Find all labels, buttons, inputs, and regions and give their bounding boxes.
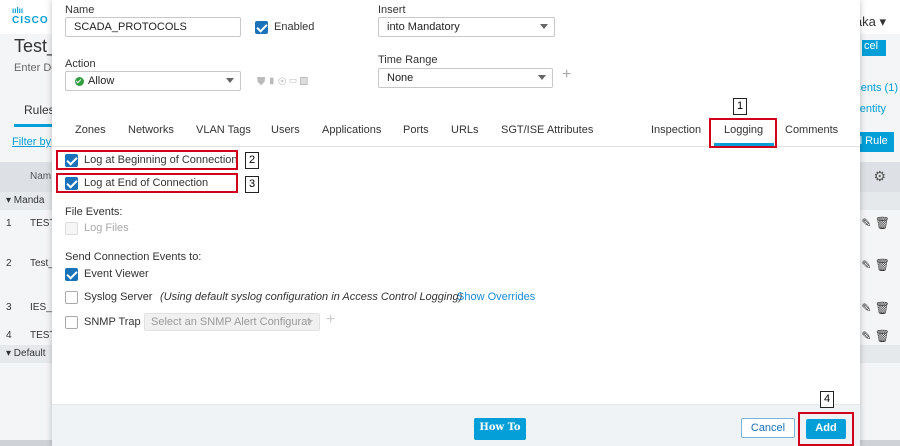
name-label: Name xyxy=(65,4,95,16)
row-number: 1 xyxy=(6,218,12,229)
tab-urls[interactable]: URLs xyxy=(451,124,479,136)
highlight-logging-tab xyxy=(709,118,777,148)
time-range-select[interactable]: None xyxy=(378,68,553,88)
row-number: 3 xyxy=(6,302,12,313)
edit-delete-icons[interactable]: ✎ 🗑 xyxy=(861,216,890,230)
action-value: Allow xyxy=(88,75,115,87)
show-overrides-link[interactable]: Show Overrides xyxy=(457,291,535,303)
chevron-down-icon xyxy=(226,78,234,83)
tab-users[interactable]: Users xyxy=(271,124,300,136)
snmp-trap-label: SNMP Trap xyxy=(84,316,141,328)
snmp-trap-checkbox[interactable] xyxy=(65,316,78,329)
name-input[interactable]: SCADA_PROTOCOLS xyxy=(65,17,241,37)
action-label: Action xyxy=(65,58,96,70)
rules-tab[interactable]: Rules xyxy=(24,103,55,117)
highlight-add-button xyxy=(798,412,854,446)
dialog-footer xyxy=(52,404,860,446)
name-column-header: Nam xyxy=(30,171,52,182)
tab-ports[interactable]: Ports xyxy=(403,124,429,136)
enabled-checkbox[interactable] xyxy=(255,21,268,34)
event-viewer-label: Event Viewer xyxy=(84,268,149,280)
log-files-checkbox[interactable] xyxy=(65,222,78,235)
insert-select[interactable]: into Mandatory xyxy=(378,17,555,37)
cancel-button[interactable]: Cancel xyxy=(741,418,795,438)
add-rule-button[interactable]: d Rule xyxy=(854,132,894,152)
row-name: IES_I xyxy=(30,302,55,313)
log-files-label: Log Files xyxy=(84,222,129,234)
tab-networks[interactable]: Networks xyxy=(128,124,174,136)
enabled-label: Enabled xyxy=(274,21,315,33)
how-to-button[interactable]: How To xyxy=(474,418,526,440)
rules-tab-underline xyxy=(14,124,52,127)
group-label-default: ▾ Default xyxy=(6,348,46,359)
tab-inspection[interactable]: Inspection xyxy=(651,124,701,136)
tab-vlan-tags[interactable]: VLAN Tags xyxy=(196,124,251,136)
add-rule-dialog: Name SCADA_PROTOCOLS Enabled Insert into… xyxy=(52,0,860,446)
chevron-down-icon xyxy=(538,75,546,80)
annotation-number-4: 4 xyxy=(820,391,834,408)
annotation-number-2: 2 xyxy=(245,152,259,169)
tab-comments[interactable]: Comments xyxy=(785,124,838,136)
gear-icon[interactable]: ⚙ xyxy=(873,168,886,185)
edit-delete-icons[interactable]: ✎ 🗑 xyxy=(861,258,890,272)
allow-check-icon xyxy=(75,77,84,86)
row-name: Test_ xyxy=(30,258,54,269)
add-time-range-icon[interactable]: + xyxy=(562,66,571,84)
add-snmp-icon[interactable]: + xyxy=(326,311,335,329)
chevron-down-icon xyxy=(307,320,313,324)
file-events-label: File Events: xyxy=(65,206,123,218)
insert-value: into Mandatory xyxy=(387,21,460,33)
chevron-down-icon xyxy=(540,24,548,29)
annotation-number-3: 3 xyxy=(245,176,259,193)
event-viewer-checkbox[interactable] xyxy=(65,268,78,281)
policy-title: Test_ xyxy=(14,36,58,56)
syslog-server-checkbox[interactable] xyxy=(65,291,78,304)
action-select[interactable]: Allow xyxy=(65,71,241,91)
time-range-value: None xyxy=(387,72,414,84)
highlight-log-beginning xyxy=(56,150,238,170)
filter-link[interactable]: Filter by xyxy=(12,136,51,148)
row-number: 4 xyxy=(6,330,12,341)
snmp-alert-placeholder: Select an SNMP Alert Configurat xyxy=(151,316,311,328)
identity-link[interactable]: entity xyxy=(860,103,886,115)
send-events-label: Send Connection Events to: xyxy=(65,251,202,263)
syslog-server-label: Syslog Server xyxy=(84,291,153,303)
annotation-number-1: 1 xyxy=(733,98,747,115)
row-number: 2 xyxy=(6,258,12,269)
time-range-label: Time Range xyxy=(378,54,438,66)
syslog-note: (Using default syslog configuration in A… xyxy=(160,291,463,303)
group-label-mandatory: ▾ Manda xyxy=(6,195,45,206)
tab-applications[interactable]: Applications xyxy=(322,124,381,136)
comments-link[interactable]: nents (1) xyxy=(855,82,898,94)
insert-label: Insert xyxy=(378,4,406,16)
cisco-logo: ıılıı CISCO xyxy=(12,6,49,26)
description-placeholder: Enter De xyxy=(14,62,58,74)
snmp-alert-select[interactable]: Select an SNMP Alert Configurat xyxy=(144,313,320,331)
tab-sgt-ise-attributes[interactable]: SGT/ISE Attributes xyxy=(501,124,593,136)
tab-zones[interactable]: Zones xyxy=(75,124,106,136)
highlight-log-end xyxy=(56,173,238,193)
edit-delete-icons[interactable]: ✎ 🗑 xyxy=(861,329,890,343)
action-option-icons: ⛊▮⊛▭▤ xyxy=(257,76,311,88)
edit-delete-icons[interactable]: ✎ 🗑 xyxy=(861,301,890,315)
page-cancel-button[interactable]: cel xyxy=(862,40,886,56)
